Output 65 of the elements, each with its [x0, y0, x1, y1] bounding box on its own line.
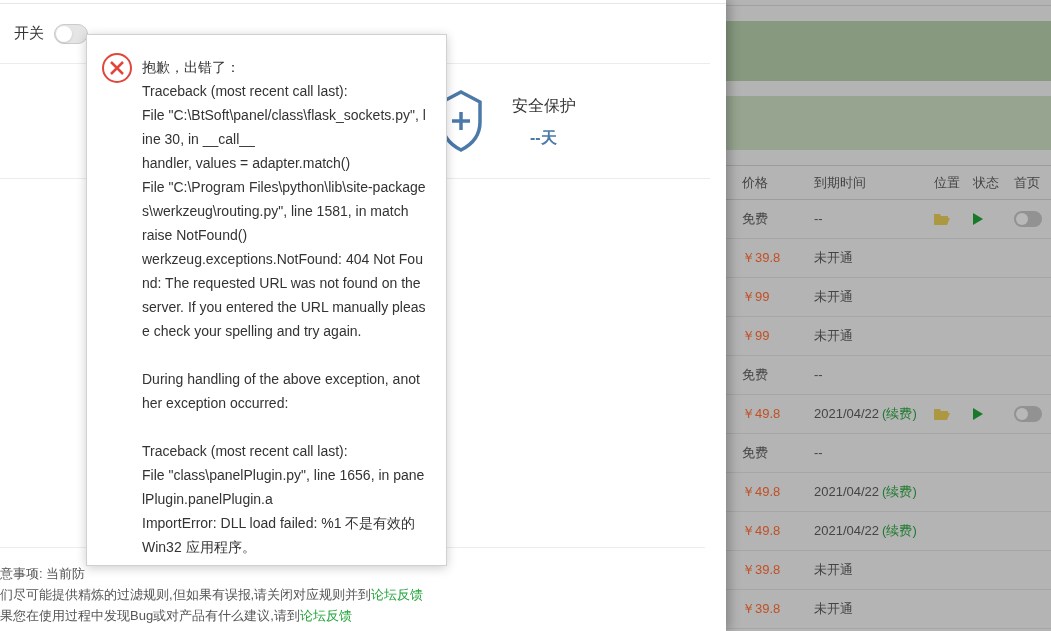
expiry-cell-text: --: [814, 210, 823, 229]
error-line: server. If you entered the URL manually pleas: [142, 298, 426, 317]
note-text: 们尽可能提供精炼的过滤规则,但如果有误报,请关闭对应规则并到论坛反馈: [0, 586, 425, 604]
error-line: werkzeug.exceptions.NotFound: 404 Not Fou: [142, 250, 424, 269]
error-line: s\werkzeug\routing.py", line 1581, in match: [142, 202, 410, 221]
price-cell: ￥99: [742, 328, 770, 344]
price-cell: 免费: [742, 445, 768, 461]
error-line: File "C:\Program Files\python\lib\site-package: [142, 178, 426, 197]
protection-days: --天: [530, 126, 557, 150]
expiry-cell-text: 未开通: [814, 600, 853, 619]
toggle-switch[interactable]: [1014, 211, 1042, 227]
error-line: Win32 应用程序。: [142, 538, 257, 557]
error-line: her exception occurred:: [142, 394, 290, 413]
toggle-switch[interactable]: [54, 23, 88, 44]
expiry-cell-text: --: [814, 444, 823, 463]
error-line: ine 30, in __call__: [142, 130, 256, 149]
price-cell: ￥39.8: [742, 250, 781, 266]
error-line: handler, values = adapter.match(): [142, 154, 352, 173]
protection-title: 安全保护: [512, 96, 576, 116]
note-text: 意事项: 当前防: [0, 565, 87, 583]
feedback-link[interactable]: 论坛反馈: [371, 587, 424, 602]
price-cell: 免费: [742, 211, 768, 227]
error-line: Traceback (most recent call last):: [142, 442, 349, 461]
expiry-cell-text: 未开通: [814, 288, 853, 307]
switch-label: 开关: [14, 23, 44, 44]
feedback-link[interactable]: 论坛反馈: [299, 608, 352, 623]
price-cell: ￥99: [742, 289, 770, 305]
error-line: During handling of the above exception, anot: [142, 370, 421, 389]
error-line: e check your spelling and try again.: [142, 322, 363, 341]
folder-icon[interactable]: [934, 408, 950, 420]
renew-link[interactable]: (续费): [882, 482, 917, 502]
expiry-cell-text: 2021/04/22: [814, 405, 880, 424]
price-cell: ￥49.8: [742, 406, 781, 422]
play-icon[interactable]: [973, 408, 983, 420]
column-header: 首页: [1014, 174, 1040, 190]
expiry-cell-text: 未开通: [814, 561, 853, 580]
column-header: 位置: [934, 174, 960, 190]
column-header: 到期时间: [814, 174, 866, 190]
error-line: Traceback (most recent call last):: [142, 82, 349, 101]
error-icon: [101, 52, 133, 84]
price-cell: ￥39.8: [742, 562, 781, 578]
toggle-switch[interactable]: [1014, 406, 1042, 422]
expiry-cell-text: --: [814, 366, 823, 385]
column-header: 价格: [742, 174, 768, 190]
price-cell: ￥49.8: [742, 523, 781, 539]
error-line: File "class\panelPlugin.py", line 1656, in pane: [142, 466, 426, 485]
error-line: raise NotFound(): [142, 226, 249, 245]
play-icon[interactable]: [973, 213, 983, 225]
renew-link[interactable]: (续费): [882, 521, 917, 541]
price-cell: ￥49.8: [742, 484, 781, 500]
error-line: ImportError: DLL load failed: %1 不是有效的: [142, 514, 417, 533]
expiry-cell-text: 2021/04/22: [814, 483, 880, 502]
expiry-cell-text: 2021/04/22: [814, 522, 880, 541]
folder-icon[interactable]: [934, 213, 950, 225]
price-cell: 免费: [742, 367, 768, 383]
error-line: lPlugin.panelPlugin.a: [142, 490, 274, 509]
error-line: nd: The requested URL was not found on the: [142, 274, 422, 293]
expiry-cell-text: 未开通: [814, 327, 853, 346]
error-line: 抱歉，出错了：: [142, 58, 241, 77]
note-text: 果您在使用过程中发现Bug或对产品有什么建议,请到论坛反馈: [0, 607, 353, 625]
expiry-cell-text: 未开通: [814, 249, 853, 268]
price-cell: ￥39.8: [742, 601, 781, 617]
renew-link[interactable]: (续费): [882, 404, 917, 424]
column-header: 状态: [973, 174, 999, 190]
error-line: File "C:\BtSoft\panel/class\flask_sockets.py", l: [142, 106, 426, 125]
